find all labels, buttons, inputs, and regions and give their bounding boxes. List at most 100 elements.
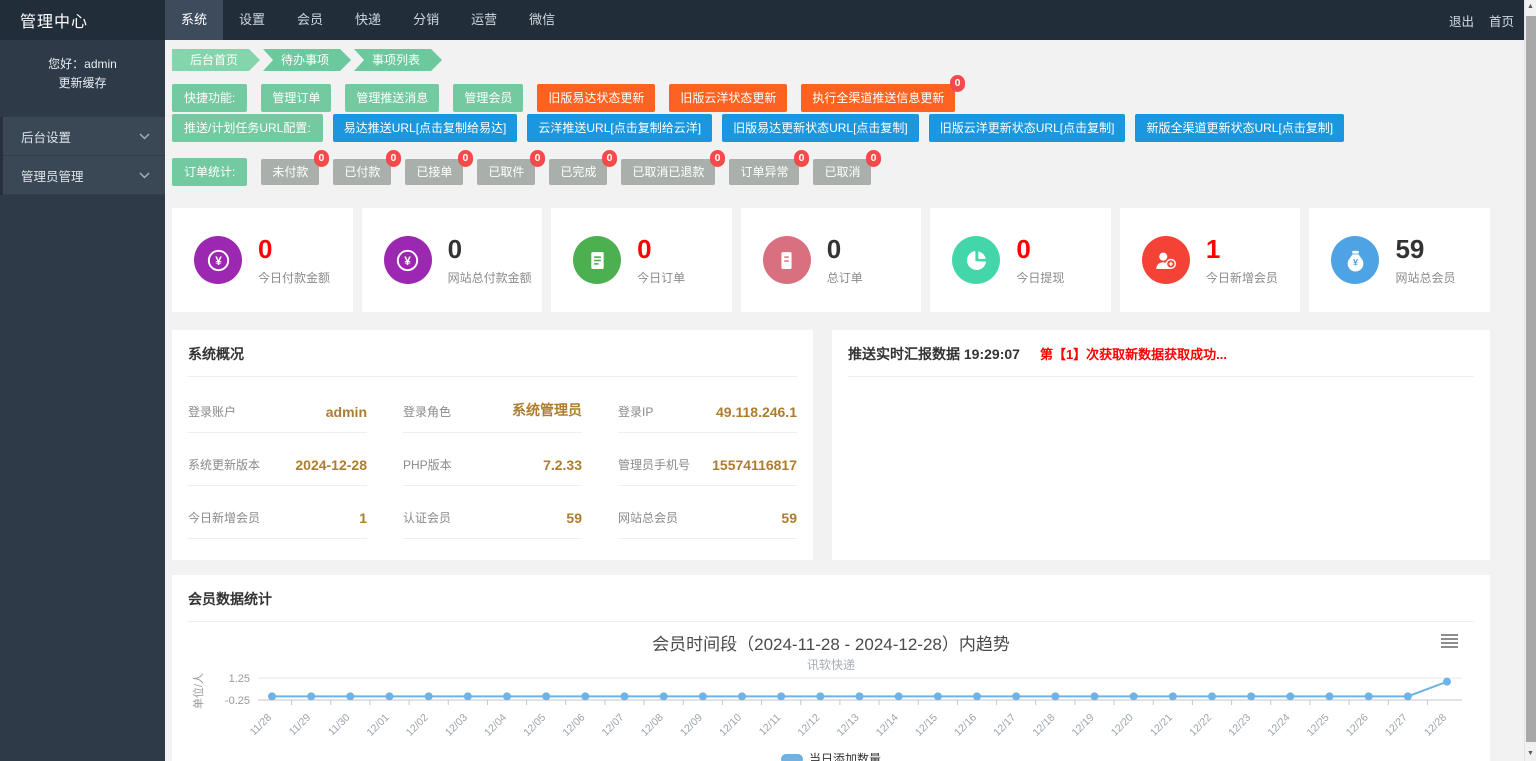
- svg-text:12/01: 12/01: [365, 712, 392, 739]
- topnav-item[interactable]: 会员: [281, 0, 339, 40]
- count-badge: 0: [386, 150, 402, 167]
- info-value: 59: [781, 510, 797, 526]
- action-button[interactable]: 已完成0: [549, 159, 607, 185]
- push-report-panel: 推送实时汇报数据 19:29:07 第【1】次获取新数据获取成功...: [832, 330, 1490, 560]
- action-button[interactable]: 执行全渠道推送信息更新0: [801, 84, 955, 112]
- system-overview-panel: 系统概况 登录账户admin登录角色系统管理员登录IP49.118.246.1系…: [172, 330, 813, 560]
- svg-text:单位/人: 单位/人: [191, 673, 205, 709]
- info-label: 今日新增会员: [188, 509, 260, 526]
- scrollbar-track[interactable]: ▲ ▼: [1524, 0, 1536, 761]
- breadcrumb-item[interactable]: 待办事项: [263, 49, 351, 71]
- stat-card: 1今日新增会员: [1120, 208, 1301, 312]
- topnav-item[interactable]: 运营: [455, 0, 513, 40]
- action-button[interactable]: 已接单0: [405, 159, 463, 185]
- info-value: 7.2.33: [543, 457, 582, 473]
- svg-text:12/19: 12/19: [1070, 712, 1097, 739]
- svg-text:-0.25: -0.25: [225, 695, 250, 707]
- action-button[interactable]: 未付款0: [261, 159, 319, 185]
- svg-text:12/12: 12/12: [795, 712, 822, 739]
- action-button[interactable]: 旧版易达更新状态URL[点击复制]: [722, 114, 919, 142]
- stat-label: 今日订单: [637, 269, 685, 286]
- info-value: 系统管理员: [512, 400, 582, 420]
- info-label: 登录角色: [403, 403, 451, 420]
- quick-actions-row: 快捷功能: 管理订单管理推送消息管理会员旧版易达状态更新旧版云洋状态更新执行全渠道…: [172, 84, 1490, 112]
- breadcrumb-item[interactable]: 事项列表: [354, 49, 442, 71]
- refresh-cache-link[interactable]: 更新缓存: [0, 74, 165, 93]
- stat-card-text: 0总订单: [827, 234, 863, 286]
- stat-label: 今日付款金额: [258, 269, 330, 286]
- action-button[interactable]: 旧版云洋更新状态URL[点击复制]: [929, 114, 1126, 142]
- action-button[interactable]: 管理订单: [261, 84, 331, 112]
- action-button[interactable]: 已取消已退款0: [621, 159, 715, 185]
- stat-label: 网站总付款金额: [448, 269, 532, 286]
- count-badge: 0: [866, 150, 882, 167]
- scrollbar-down-button[interactable]: ▼: [1525, 750, 1536, 757]
- info-label: 系统更新版本: [188, 456, 260, 473]
- svg-text:12/23: 12/23: [1226, 712, 1253, 739]
- svg-text:12/06: 12/06: [560, 712, 587, 739]
- svg-text:12/17: 12/17: [991, 712, 1018, 739]
- svg-text:12/05: 12/05: [521, 712, 548, 739]
- yen-circle-icon: ¥: [384, 236, 432, 284]
- stat-card: ¥0网站总付款金额: [362, 208, 543, 312]
- row-label-chip: 推送/计划任务URL配置:: [172, 114, 323, 142]
- count-badge: 0: [530, 150, 546, 167]
- svg-text:¥: ¥: [1353, 257, 1358, 267]
- legend-label: 当日添加数量: [809, 750, 881, 761]
- action-button[interactable]: 旧版易达状态更新: [537, 84, 655, 112]
- system-info-cell: 登录账户admin: [188, 377, 367, 433]
- legend-marker: [781, 754, 803, 761]
- system-info-grid: 登录账户admin登录角色系统管理员登录IP49.118.246.1系统更新版本…: [188, 377, 797, 539]
- chart-title: 会员时间段（2024-11-28 - 2024-12-28）内趋势: [188, 630, 1474, 655]
- svg-text:12/04: 12/04: [482, 712, 509, 739]
- action-button[interactable]: 管理会员: [453, 84, 523, 112]
- stat-value: 0: [1016, 234, 1064, 264]
- count-badge: 0: [710, 150, 726, 167]
- breadcrumb-item[interactable]: 后台首页: [172, 49, 260, 71]
- app-logo: 管理中心: [0, 0, 165, 40]
- action-button[interactable]: 已取件0: [477, 159, 535, 185]
- topnav-item[interactable]: 微信: [513, 0, 571, 40]
- chart-legend[interactable]: 当日添加数量: [188, 750, 1474, 761]
- sidebar-menu-item[interactable]: 管理员管理: [3, 156, 165, 195]
- chart-menu-icon[interactable]: [1441, 634, 1458, 650]
- action-button[interactable]: 管理推送消息: [345, 84, 439, 112]
- topnav-item[interactable]: 系统: [165, 0, 223, 40]
- top-nav: 系统设置会员快递分销运营微信: [165, 0, 571, 40]
- stat-value: 0: [637, 234, 685, 264]
- action-button[interactable]: 易达推送URL[点击复制给易达]: [333, 114, 518, 142]
- breadcrumb: 后台首页待办事项事项列表: [172, 49, 1490, 71]
- scrollbar-up-button[interactable]: ▲: [1525, 3, 1536, 10]
- main-content: 后台首页待办事项事项列表 快捷功能: 管理订单管理推送消息管理会员旧版易达状态更新…: [165, 40, 1524, 761]
- svg-text:11/29: 11/29: [287, 712, 314, 739]
- info-panels: 系统概况 登录账户admin登录角色系统管理员登录IP49.118.246.1系…: [172, 330, 1490, 560]
- system-info-cell: 今日新增会员1: [188, 486, 367, 539]
- stat-value: 1: [1206, 234, 1278, 264]
- system-info-cell: 系统更新版本2024-12-28: [188, 433, 367, 486]
- system-info-cell: 网站总会员59: [618, 486, 797, 539]
- sidebar-user-block: 您好：admin 更新缓存: [0, 40, 165, 107]
- svg-text:12/24: 12/24: [1265, 712, 1292, 739]
- scrollbar-thumb[interactable]: [1526, 16, 1536, 742]
- url-config-row: 推送/计划任务URL配置: 易达推送URL[点击复制给易达] 云洋推送URL[点击复…: [172, 114, 1490, 142]
- action-button[interactable]: 已付款0: [333, 159, 391, 185]
- row-label-chip: 快捷功能:: [172, 84, 247, 112]
- svg-text:11/28: 11/28: [248, 712, 275, 739]
- action-button[interactable]: 已取消0: [813, 159, 871, 185]
- sidebar-menu-item[interactable]: 后台设置: [3, 117, 165, 156]
- svg-text:12/03: 12/03: [443, 712, 470, 739]
- stat-card: 0 今日订单: [551, 208, 732, 312]
- action-button[interactable]: 旧版云洋状态更新: [669, 84, 787, 112]
- system-info-cell: 管理员手机号15574116817: [618, 433, 797, 486]
- topbar-link[interactable]: 首页: [1489, 11, 1514, 30]
- topnav-item[interactable]: 分销: [397, 0, 455, 40]
- action-button[interactable]: 订单异常0: [729, 159, 799, 185]
- topbar-link[interactable]: 退出: [1449, 11, 1474, 30]
- stat-value: 0: [258, 234, 330, 264]
- topnav-item[interactable]: 设置: [223, 0, 281, 40]
- topnav-item[interactable]: 快递: [339, 0, 397, 40]
- svg-text:12/18: 12/18: [1030, 712, 1057, 739]
- action-button[interactable]: 云洋推送URL[点击复制给云洋]: [527, 114, 712, 142]
- action-button[interactable]: 新版全渠道更新状态URL[点击复制]: [1135, 114, 1344, 142]
- stat-card-text: 0 今日订单: [637, 234, 685, 286]
